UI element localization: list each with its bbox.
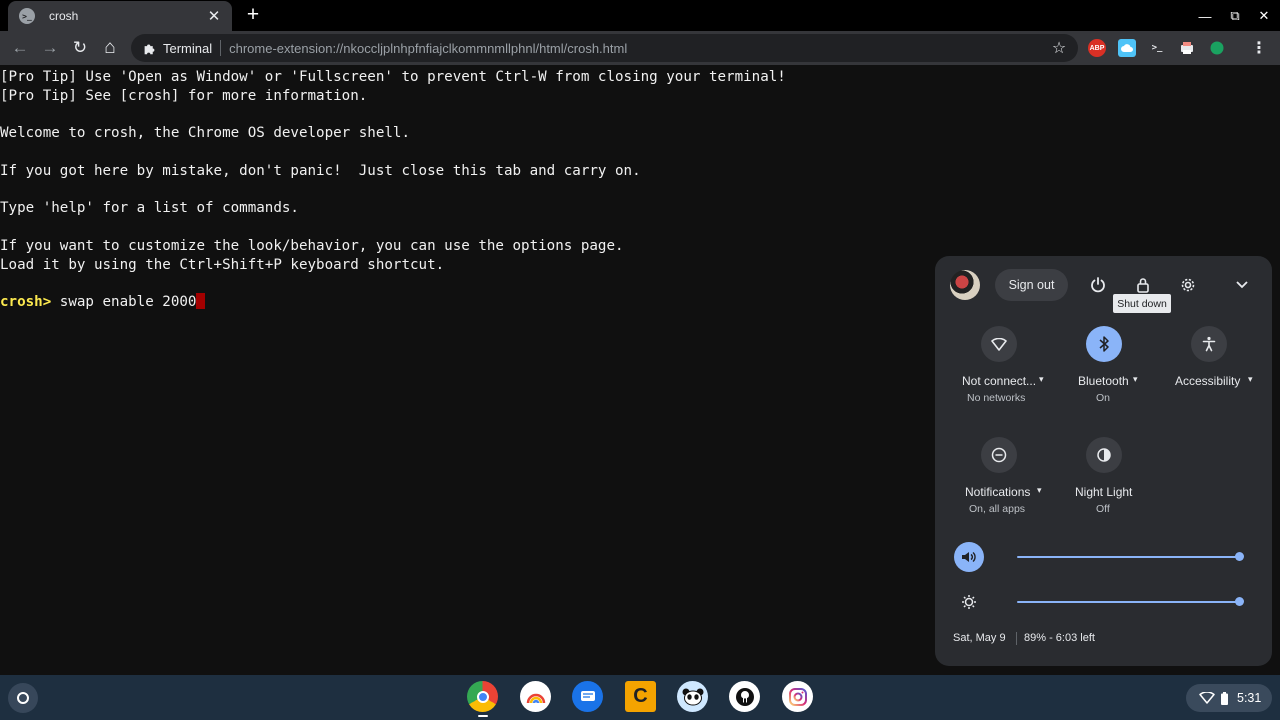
user-avatar[interactable]: [950, 270, 980, 300]
omnibox-origin: Terminal: [163, 40, 213, 56]
terminal-cursor: [196, 293, 206, 309]
shelf: C: [0, 675, 1280, 720]
notifications-status: On, all apps: [969, 503, 1026, 515]
terminal-favicon-icon: >_: [19, 8, 35, 24]
battery-status-icon: [1221, 691, 1228, 705]
volume-slider-track[interactable]: [1017, 556, 1239, 558]
photos-app-icon[interactable]: [520, 681, 551, 712]
notifications-dropdown-icon[interactable]: ▾: [1037, 485, 1042, 496]
clock-time: 5:31: [1237, 691, 1262, 705]
wifi-status-icon: [1199, 692, 1215, 704]
accessibility-dropdown-icon[interactable]: ▾: [1248, 374, 1253, 385]
terminal-line: [Pro Tip] See [crosh] for more informati…: [0, 88, 368, 104]
omnibox-separator: [220, 40, 222, 56]
terminal-line: Welcome to crosh, the Chrome OS develope…: [0, 125, 410, 141]
notifications-toggle-button[interactable]: [981, 437, 1017, 473]
brightness-icon[interactable]: [954, 587, 984, 617]
c-app-icon[interactable]: C: [625, 681, 656, 712]
crosh-prompt: crosh>: [0, 294, 52, 310]
battery-label[interactable]: 89% - 6:03 left: [1024, 632, 1095, 644]
cloud-extension-icon[interactable]: [1118, 39, 1136, 57]
window-close-icon[interactable]: ✕: [1254, 6, 1274, 26]
date-battery-separator: [1016, 632, 1017, 645]
wifi-dropdown-icon[interactable]: ▾: [1039, 374, 1044, 385]
date-label[interactable]: Sat, May 9: [953, 632, 1006, 644]
github-app-icon[interactable]: [729, 681, 760, 712]
launcher-button[interactable]: [8, 683, 38, 713]
brightness-slider-track[interactable]: [1017, 601, 1239, 603]
sign-out-button[interactable]: Sign out: [995, 269, 1068, 301]
instagram-app-icon[interactable]: [782, 681, 813, 712]
notifications-label[interactable]: Notifications: [965, 485, 1030, 499]
tab-close-icon[interactable]: ✕: [204, 6, 224, 26]
terminal-line: [Pro Tip] Use 'Open as Window' or 'Fulls…: [0, 69, 786, 85]
terminal-prompt-line: crosh> swap enable 2000: [0, 293, 206, 311]
browser-toolbar: ← → ↻ ⌂ Terminal chrome-extension://nkoc…: [0, 31, 1280, 65]
printer-extension-icon[interactable]: [1178, 39, 1196, 57]
wifi-toggle-button[interactable]: [981, 326, 1017, 362]
brightness-slider-knob[interactable]: [1234, 597, 1244, 606]
tab-strip: >_ crosh ✕ + — ⧉ ✕: [0, 0, 1280, 31]
volume-slider-knob[interactable]: [1234, 552, 1244, 561]
reload-icon[interactable]: ↻: [69, 37, 91, 59]
new-tab-button[interactable]: +: [242, 3, 264, 26]
status-tray[interactable]: 5:31: [1186, 684, 1272, 712]
accessibility-toggle-button[interactable]: [1191, 326, 1227, 362]
home-icon[interactable]: ⌂: [99, 37, 121, 59]
power-icon[interactable]: [1086, 273, 1110, 297]
chrome-active-indicator: [478, 715, 488, 717]
bluetooth-dropdown-icon[interactable]: ▾: [1133, 374, 1138, 385]
maximize-icon[interactable]: ⧉: [1225, 6, 1245, 26]
chrome-app-icon[interactable]: [467, 681, 498, 712]
quick-settings-panel: Sign out Shut down Not connect... ▾ No n…: [935, 256, 1272, 666]
volume-icon[interactable]: [954, 542, 984, 572]
tab-crosh[interactable]: >_ crosh ✕: [8, 1, 232, 31]
wifi-label[interactable]: Not connect...: [962, 374, 1036, 388]
night-light-label[interactable]: Night Light: [1075, 485, 1132, 499]
bookmark-star-icon[interactable]: ☆: [1048, 38, 1070, 58]
back-icon[interactable]: ←: [9, 37, 31, 59]
accessibility-label[interactable]: Accessibility: [1175, 374, 1240, 388]
night-light-toggle-button[interactable]: [1086, 437, 1122, 473]
wifi-status: No networks: [967, 392, 1026, 404]
omnibox-url[interactable]: chrome-extension://nkoccljplnhpfnfiajclk…: [229, 41, 1048, 56]
terminal-line: Type 'help' for a list of commands.: [0, 200, 299, 216]
night-light-status: Off: [1096, 503, 1110, 515]
panda-app-icon[interactable]: [677, 681, 708, 712]
messages-app-icon[interactable]: [572, 681, 603, 712]
extension-puzzle-icon: [141, 42, 157, 55]
bluetooth-label[interactable]: Bluetooth: [1078, 374, 1129, 388]
omnibox[interactable]: Terminal chrome-extension://nkoccljplnhp…: [131, 34, 1078, 62]
minimize-icon[interactable]: —: [1195, 6, 1215, 26]
adblock-extension-icon[interactable]: ABP: [1088, 39, 1106, 57]
terminal-line: Load it by using the Ctrl+Shift+P keyboa…: [0, 257, 445, 273]
settings-gear-icon[interactable]: [1176, 273, 1200, 297]
bluetooth-status: On: [1096, 392, 1111, 404]
shut-down-tooltip: Shut down: [1113, 294, 1171, 313]
terminal-command: swap enable 2000: [51, 294, 197, 310]
forward-icon[interactable]: →: [39, 37, 61, 59]
collapse-chevron-icon[interactable]: [1230, 273, 1254, 297]
green-shield-extension-icon[interactable]: [1208, 39, 1226, 57]
terminal-extension-icon[interactable]: >_: [1148, 39, 1166, 57]
browser-menu-icon[interactable]: ⋮: [1250, 39, 1268, 57]
terminal-line: If you got here by mistake, don't panic!…: [0, 163, 641, 179]
launcher-circle-icon: [17, 692, 29, 704]
tab-title: crosh: [49, 9, 79, 23]
bluetooth-toggle-button[interactable]: [1086, 326, 1122, 362]
terminal-line: If you want to customize the look/behavi…: [0, 238, 624, 254]
